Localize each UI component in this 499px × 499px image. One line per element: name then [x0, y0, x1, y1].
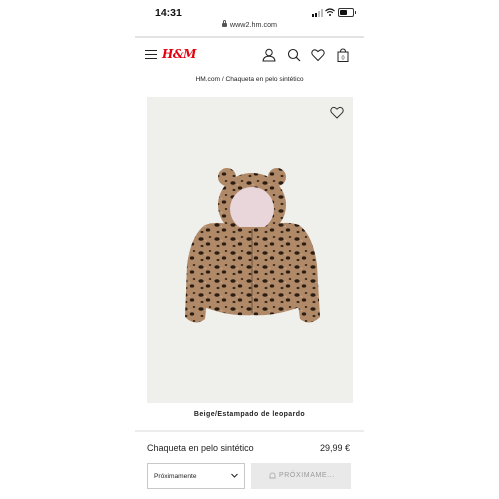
search-icon[interactable] [287, 48, 301, 62]
leopard-jacket-image [185, 168, 320, 323]
site-header: H&M 0 [135, 36, 364, 74]
chevron-down-icon [231, 473, 238, 478]
status-time: 14:31 [155, 7, 182, 19]
divider [135, 430, 364, 432]
battery-icon [338, 8, 356, 17]
phone-screen: 14:31 www2.hm.com H&M 0 HM.com / Chaquet… [135, 0, 364, 499]
bag-icon[interactable]: 0 [336, 48, 350, 62]
svg-text:0: 0 [341, 56, 344, 62]
status-bar: 14:31 [135, 0, 364, 22]
wifi-icon [325, 8, 335, 16]
address-bar[interactable]: www2.hm.com [135, 20, 364, 32]
bell-icon [269, 472, 276, 479]
color-label: Beige/Estampado de leopardo [193, 411, 306, 418]
size-select[interactable]: Próximamente [147, 463, 245, 489]
notify-button-label: PRÓXIMAME... [279, 472, 335, 479]
menu-icon[interactable] [145, 50, 157, 60]
notify-button[interactable]: PRÓXIMAME... [251, 463, 351, 489]
hm-logo[interactable]: H&M [162, 47, 196, 61]
favorite-heart-icon[interactable] [330, 106, 344, 119]
signal-icon [312, 9, 325, 17]
user-icon[interactable] [262, 48, 276, 62]
heart-icon[interactable] [311, 48, 325, 62]
product-image[interactable] [147, 97, 353, 403]
product-price: 29,99 € [319, 443, 350, 453]
lock-icon [221, 20, 227, 27]
url-text: www2.hm.com [229, 20, 278, 29]
size-select-value: Próximamente [154, 473, 197, 480]
breadcrumb[interactable]: HM.com / Chaqueta en pelo sintético [135, 76, 364, 83]
product-name: Chaqueta en pelo sintético [147, 443, 254, 453]
